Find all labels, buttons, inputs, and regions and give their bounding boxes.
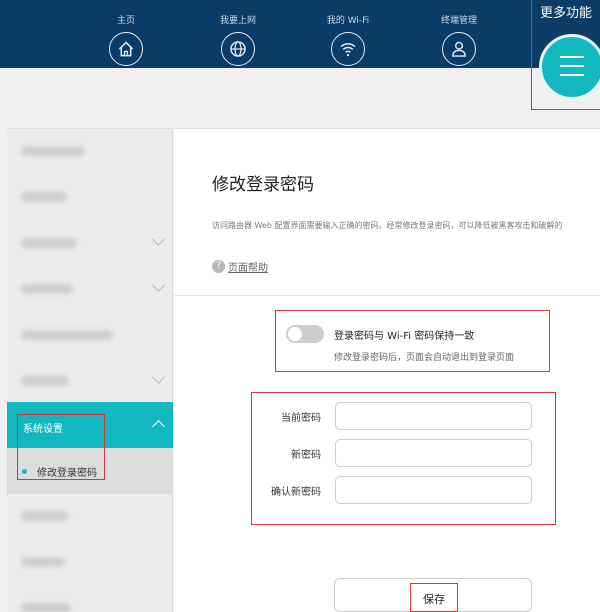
nav-home[interactable]: 主页 — [86, 0, 166, 66]
chevron-up-icon — [152, 420, 165, 433]
sidebar-highlight — [17, 414, 105, 480]
password-fields-highlight — [251, 392, 556, 525]
sidebar-item-blurred[interactable] — [7, 586, 173, 612]
question-icon: ? — [212, 260, 225, 273]
nav-internet-label: 我要上网 — [219, 16, 256, 26]
sidebar-item-blurred[interactable] — [7, 494, 173, 540]
nav-devices[interactable]: 终端管理 — [419, 0, 499, 66]
sidebar: 系统设置 修改登录密码 — [7, 128, 173, 612]
more-features-highlight — [531, 0, 600, 110]
user-icon — [442, 32, 476, 66]
wifi-icon — [331, 32, 365, 66]
toggle-highlight — [275, 310, 550, 372]
chevron-down-icon — [152, 371, 165, 384]
nav-wifi-label: 我的 Wi-Fi — [326, 16, 370, 26]
nav-home-label: 主页 — [116, 16, 135, 26]
page-title: 修改登录密码 — [212, 175, 314, 195]
nav-internet[interactable]: 我要上网 — [198, 0, 278, 66]
help-link[interactable]: 页面帮助 — [228, 263, 268, 274]
sidebar-item-blurred[interactable] — [7, 313, 173, 359]
top-nav-bar: 主页 我要上网 我的 Wi-Fi 终端管理 — [0, 0, 600, 68]
chevron-down-icon — [152, 279, 165, 292]
page-description: 访问路由器 Web 配置界面需要输入正确的密码。经常修改登录密码，可以降低被黑客… — [212, 221, 563, 230]
save-highlight — [410, 583, 458, 612]
sidebar-item-blurred[interactable] — [7, 267, 173, 313]
help-link-row[interactable]: ? 页面帮助 — [212, 259, 268, 274]
chevron-down-icon — [152, 233, 165, 246]
divider — [174, 295, 600, 296]
globe-icon — [221, 32, 255, 66]
sidebar-item-blurred[interactable] — [7, 129, 173, 175]
sidebar-item-blurred[interactable] — [7, 359, 173, 405]
sidebar-item-blurred[interactable] — [7, 221, 173, 267]
nav-devices-label: 终端管理 — [440, 16, 477, 26]
nav-wifi[interactable]: 我的 Wi-Fi — [308, 0, 388, 66]
sidebar-item-blurred[interactable] — [7, 175, 173, 221]
sidebar-item-blurred[interactable] — [7, 540, 173, 586]
home-icon — [109, 32, 143, 66]
